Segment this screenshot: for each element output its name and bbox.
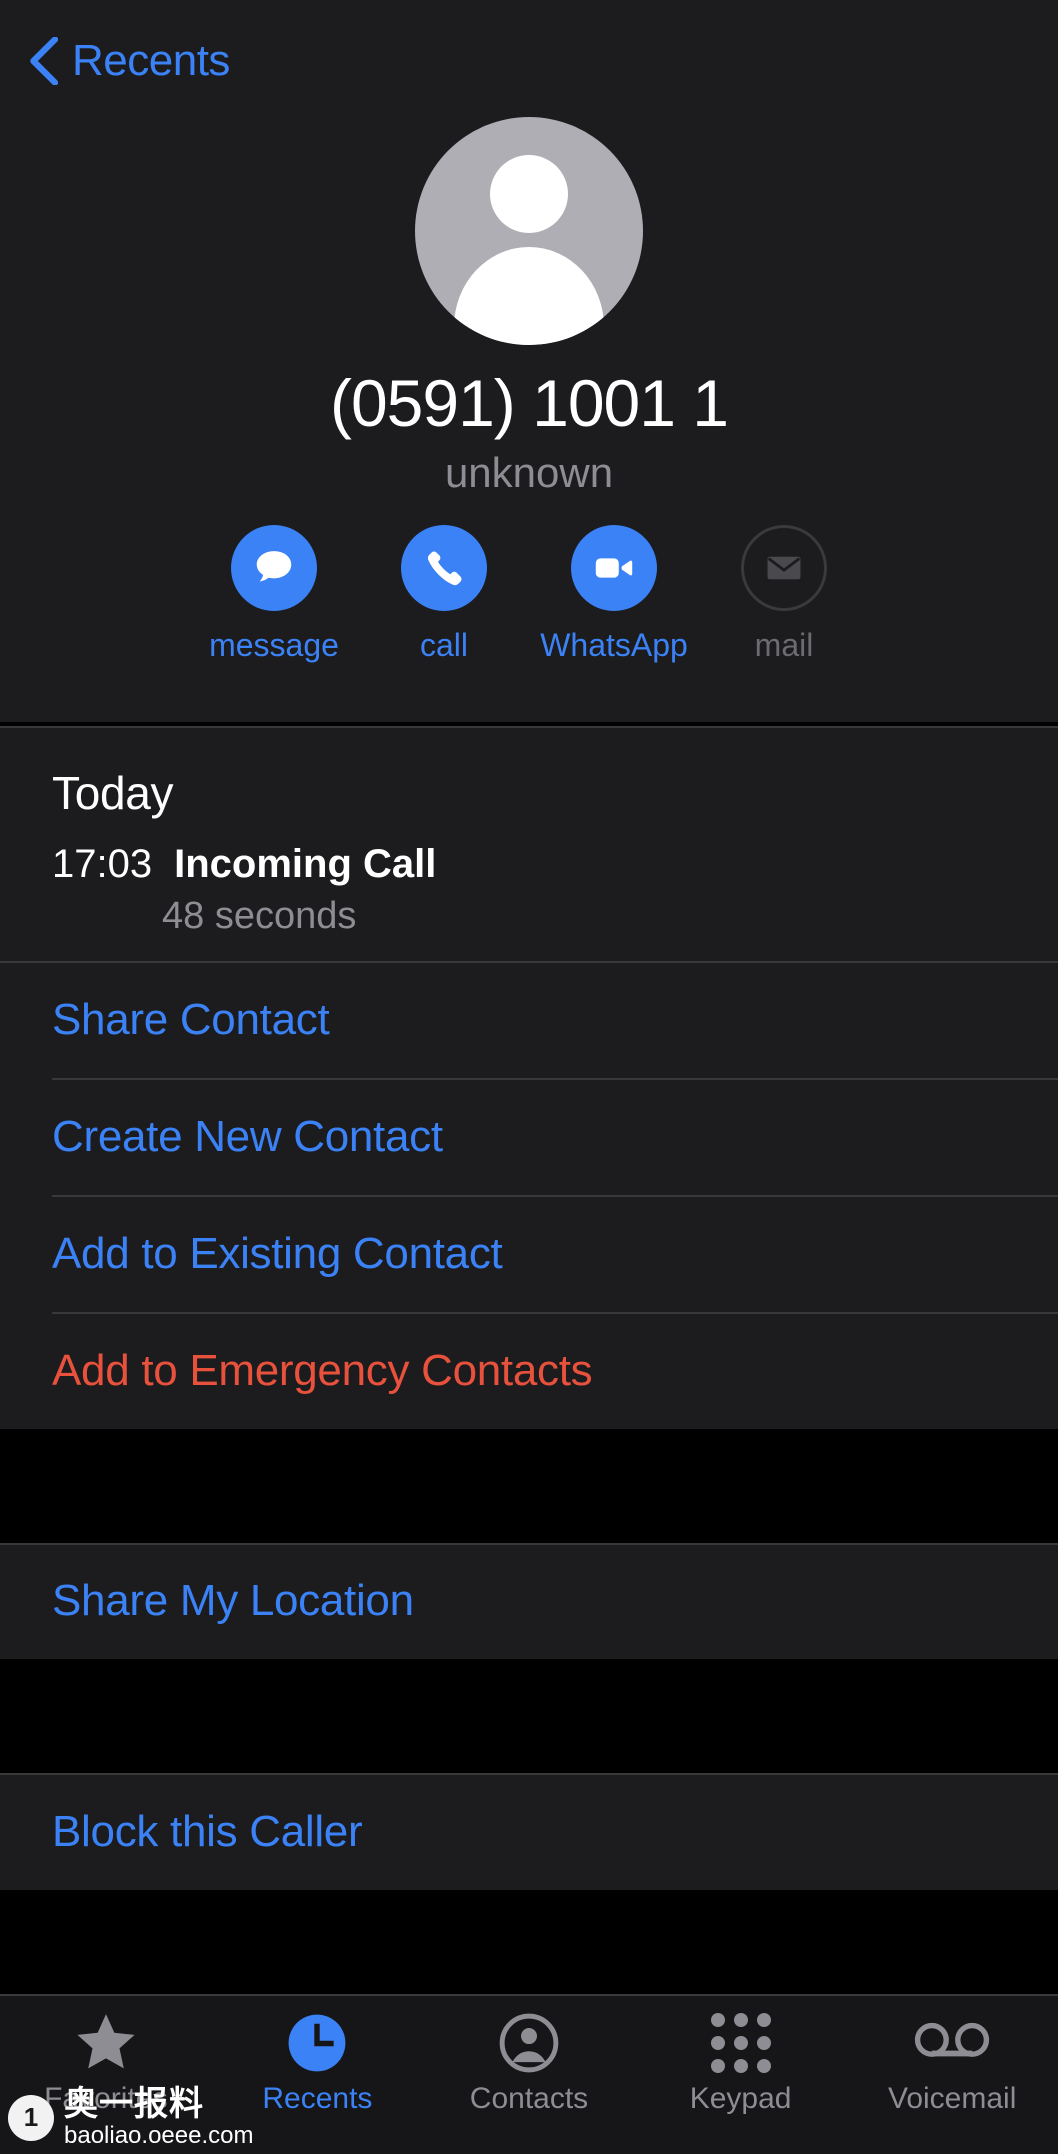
avatar-head-shape — [490, 155, 568, 233]
share-my-location-row[interactable]: Share My Location — [0, 1543, 1058, 1659]
history-duration: 48 seconds — [162, 895, 357, 937]
divider — [0, 961, 1058, 963]
row-label: Share My Location — [52, 1576, 414, 1625]
person-circle-icon — [499, 2013, 559, 2073]
action-label: WhatsApp — [540, 627, 688, 663]
row-label: Create New Contact — [52, 1111, 443, 1161]
action-message[interactable]: message — [199, 525, 349, 664]
create-new-contact-row[interactable]: Create New Contact — [0, 1078, 1058, 1195]
location-actions-group: Share My Location — [0, 1543, 1058, 1659]
history-time: 17:03 — [52, 842, 153, 886]
phone-call-details-screen: (0591) 1001 1 unknown message call Whats… — [0, 0, 1058, 2154]
tab-recents[interactable]: Recents — [212, 2010, 424, 2116]
contact-subtitle: unknown — [444, 449, 614, 496]
history-day-label: Today — [52, 767, 174, 819]
call-history-entry: Today 17:03 Incoming Call 48 seconds — [0, 726, 1058, 972]
call-history-group: Today 17:03 Incoming Call 48 seconds — [0, 726, 1058, 972]
contact-header-card: (0591) 1001 1 unknown message call Whats… — [0, 0, 1058, 722]
action-label: mail — [754, 627, 814, 663]
mail-button — [741, 525, 827, 611]
row-label: Add to Existing Contact — [52, 1228, 503, 1278]
tab-keypad[interactable]: Keypad — [635, 2010, 847, 2116]
back-button[interactable]: Recents — [28, 36, 230, 86]
row-label: Share Contact — [52, 994, 330, 1044]
call-button[interactable] — [401, 525, 487, 611]
keypad-grid-icon — [710, 2013, 771, 2073]
phone-icon — [427, 551, 462, 586]
tab-voicemail[interactable]: Voicemail — [846, 2010, 1058, 2116]
tab-bar: Favorites Recents Contacts Keypad Voicem… — [0, 1994, 1058, 2154]
tab-icon-wrap — [710, 2010, 771, 2076]
add-to-emergency-contacts-row[interactable]: Add to Emergency Contacts — [0, 1312, 1058, 1429]
tab-label: Favorites — [44, 2082, 168, 2115]
tab-label: Recents — [262, 2082, 373, 2115]
action-call[interactable]: call — [369, 525, 519, 664]
avatar-body-shape — [454, 247, 604, 345]
tab-label: Contacts — [469, 2082, 589, 2115]
tab-contacts[interactable]: Contacts — [423, 2010, 635, 2116]
tab-label: Keypad — [689, 2082, 792, 2115]
tab-icon-wrap — [73, 2010, 139, 2076]
row-label: Block this Caller — [52, 1806, 363, 1856]
quick-actions: message call WhatsApp mail — [199, 525, 859, 664]
envelope-icon — [767, 556, 801, 580]
row-label: Add to Emergency Contacts — [52, 1345, 593, 1395]
message-bubble-icon — [256, 551, 292, 582]
page-title: (0591) 1001 1 — [330, 366, 729, 440]
divider — [0, 726, 1058, 728]
clock-icon — [288, 2014, 346, 2072]
video-camera-icon — [595, 558, 633, 578]
tab-icon-wrap — [498, 2010, 560, 2076]
back-button-label: Recents — [72, 36, 230, 85]
divider — [0, 1773, 1058, 1775]
action-label: call — [419, 627, 468, 663]
section-gap — [0, 1890, 1058, 1994]
block-this-caller-row[interactable]: Block this Caller — [0, 1773, 1058, 1890]
tab-label: Voicemail — [887, 2082, 1017, 2115]
contact-actions-group: Share Contact Create New Contact Add to … — [0, 961, 1058, 1429]
voicemail-icon — [915, 2022, 990, 2057]
avatar — [415, 117, 643, 345]
tab-favorites[interactable]: Favorites — [0, 2010, 212, 2116]
share-contact-row[interactable]: Share Contact — [0, 961, 1058, 1078]
action-mail: mail — [709, 525, 859, 664]
star-icon — [77, 2014, 135, 2069]
add-to-existing-contact-row[interactable]: Add to Existing Contact — [0, 1195, 1058, 1312]
tab-icon-wrap — [914, 2010, 990, 2076]
whatsapp-button[interactable] — [571, 525, 657, 611]
block-actions-group: Block this Caller — [0, 1773, 1058, 1890]
action-label: message — [209, 627, 339, 663]
chevron-left-icon — [30, 37, 58, 85]
message-button[interactable] — [231, 525, 317, 611]
divider — [0, 1543, 1058, 1545]
action-whatsapp[interactable]: WhatsApp — [539, 525, 689, 664]
tab-icon-wrap — [286, 2010, 348, 2076]
section-gap — [0, 1659, 1058, 1773]
history-call-type: Incoming Call — [174, 842, 437, 886]
section-gap — [0, 1429, 1058, 1543]
